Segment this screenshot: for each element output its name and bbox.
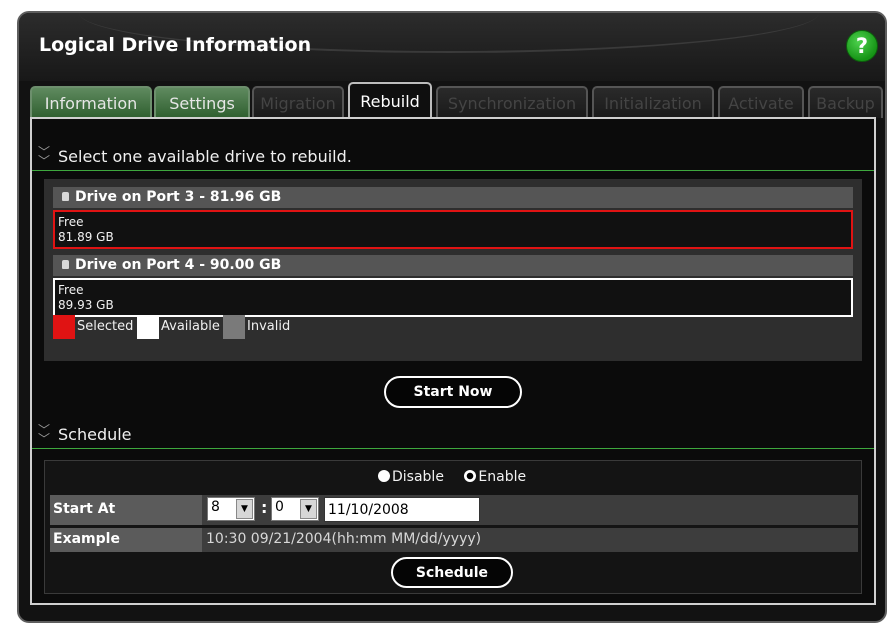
- tab-activate: Activate: [718, 86, 804, 118]
- drive-slot-port-3[interactable]: Free 81.89 GB: [53, 210, 853, 249]
- rebuild-section-label: Select one available drive to rebuild.: [58, 147, 352, 166]
- drive-slot-port-4[interactable]: Free 89.93 GB: [53, 278, 853, 317]
- schedule-mode-radios: Disable Enable: [378, 469, 526, 485]
- drive-name: Drive on Port 4 - 90.00 GB: [75, 257, 282, 273]
- legend-swatch-invalid: [223, 315, 245, 339]
- start-at-label: Start At: [50, 495, 202, 525]
- rebuild-section-header: ﹀ ﹀ Select one available drive to rebuild…: [32, 145, 874, 171]
- minute-select[interactable]: 0 ▼: [271, 497, 319, 521]
- schedule-section-header: ﹀ ﹀ Schedule: [32, 423, 874, 449]
- drive-list: Drive on Port 3 - 81.96 GB Free 81.89 GB…: [44, 179, 862, 361]
- tab-settings[interactable]: Settings: [154, 86, 250, 118]
- drive-name: Drive on Port 3 - 81.96 GB: [75, 189, 282, 205]
- start-date-input[interactable]: [324, 497, 480, 522]
- tab-migration: Migration: [252, 86, 344, 118]
- example-value: 10:30 09/21/2004(hh:mm MM/dd/yyyy): [206, 531, 482, 547]
- double-chevron-down-icon: ﹀ ﹀: [38, 145, 51, 168]
- example-label: Example: [50, 528, 202, 552]
- help-icon[interactable]: ?: [846, 30, 878, 62]
- legend-label-available: Available: [161, 319, 220, 334]
- enable-radio-option[interactable]: Enable: [464, 469, 526, 485]
- rebuild-panel: ﹀ ﹀ Select one available drive to rebuild…: [30, 117, 876, 605]
- window-title: Logical Drive Information: [39, 34, 312, 56]
- disk-icon: [62, 260, 69, 269]
- legend-swatch-selected: [53, 315, 75, 339]
- tab-information[interactable]: Information: [30, 86, 152, 118]
- double-chevron-down-icon: ﹀ ﹀: [38, 423, 51, 446]
- radio-checked-icon[interactable]: [464, 470, 477, 482]
- legend-swatch-available: [137, 315, 159, 339]
- legend-label-selected: Selected: [77, 319, 134, 334]
- example-row: Example 10:30 09/21/2004(hh:mm MM/dd/yyy…: [50, 528, 858, 552]
- slot-size: 89.93 GB: [58, 298, 114, 312]
- disable-label: Disable: [392, 469, 444, 485]
- disk-icon: [62, 192, 69, 201]
- dropdown-arrow-icon[interactable]: ▼: [236, 499, 253, 519]
- tab-rebuild[interactable]: Rebuild: [348, 82, 432, 119]
- hour-select[interactable]: 8 ▼: [207, 497, 255, 521]
- tab-initialization: Initialization: [592, 86, 714, 118]
- title-bar: Logical Drive Information ?: [19, 13, 885, 81]
- start-now-button[interactable]: Start Now: [384, 376, 522, 408]
- enable-label: Enable: [478, 469, 527, 485]
- minute-value: 0: [275, 499, 284, 515]
- radio-unchecked-icon[interactable]: [378, 470, 390, 482]
- time-separator: :: [261, 498, 268, 517]
- schedule-section-label: Schedule: [58, 425, 132, 444]
- tab-backup: Backup: [808, 86, 883, 118]
- slot-status: Free: [58, 215, 84, 229]
- slot-status: Free: [58, 283, 84, 297]
- dropdown-arrow-icon[interactable]: ▼: [300, 499, 317, 519]
- start-at-row: Start At 8 ▼ : 0 ▼: [50, 495, 858, 525]
- disable-radio-option[interactable]: Disable: [378, 469, 448, 485]
- drive-header-port-3: Drive on Port 3 - 81.96 GB: [53, 187, 853, 208]
- hour-value: 8: [211, 499, 220, 515]
- legend-label-invalid: Invalid: [247, 319, 291, 334]
- tab-synchronization: Synchronization: [436, 86, 588, 118]
- start-at-controls: 8 ▼ : 0 ▼: [206, 495, 856, 525]
- slot-size: 81.89 GB: [58, 230, 114, 244]
- logical-drive-window: Logical Drive Information ? Information …: [17, 11, 887, 623]
- drive-header-port-4: Drive on Port 4 - 90.00 GB: [53, 255, 853, 276]
- schedule-form: Disable Enable Start At 8 ▼ : 0 ▼ 11/10/…: [44, 460, 862, 594]
